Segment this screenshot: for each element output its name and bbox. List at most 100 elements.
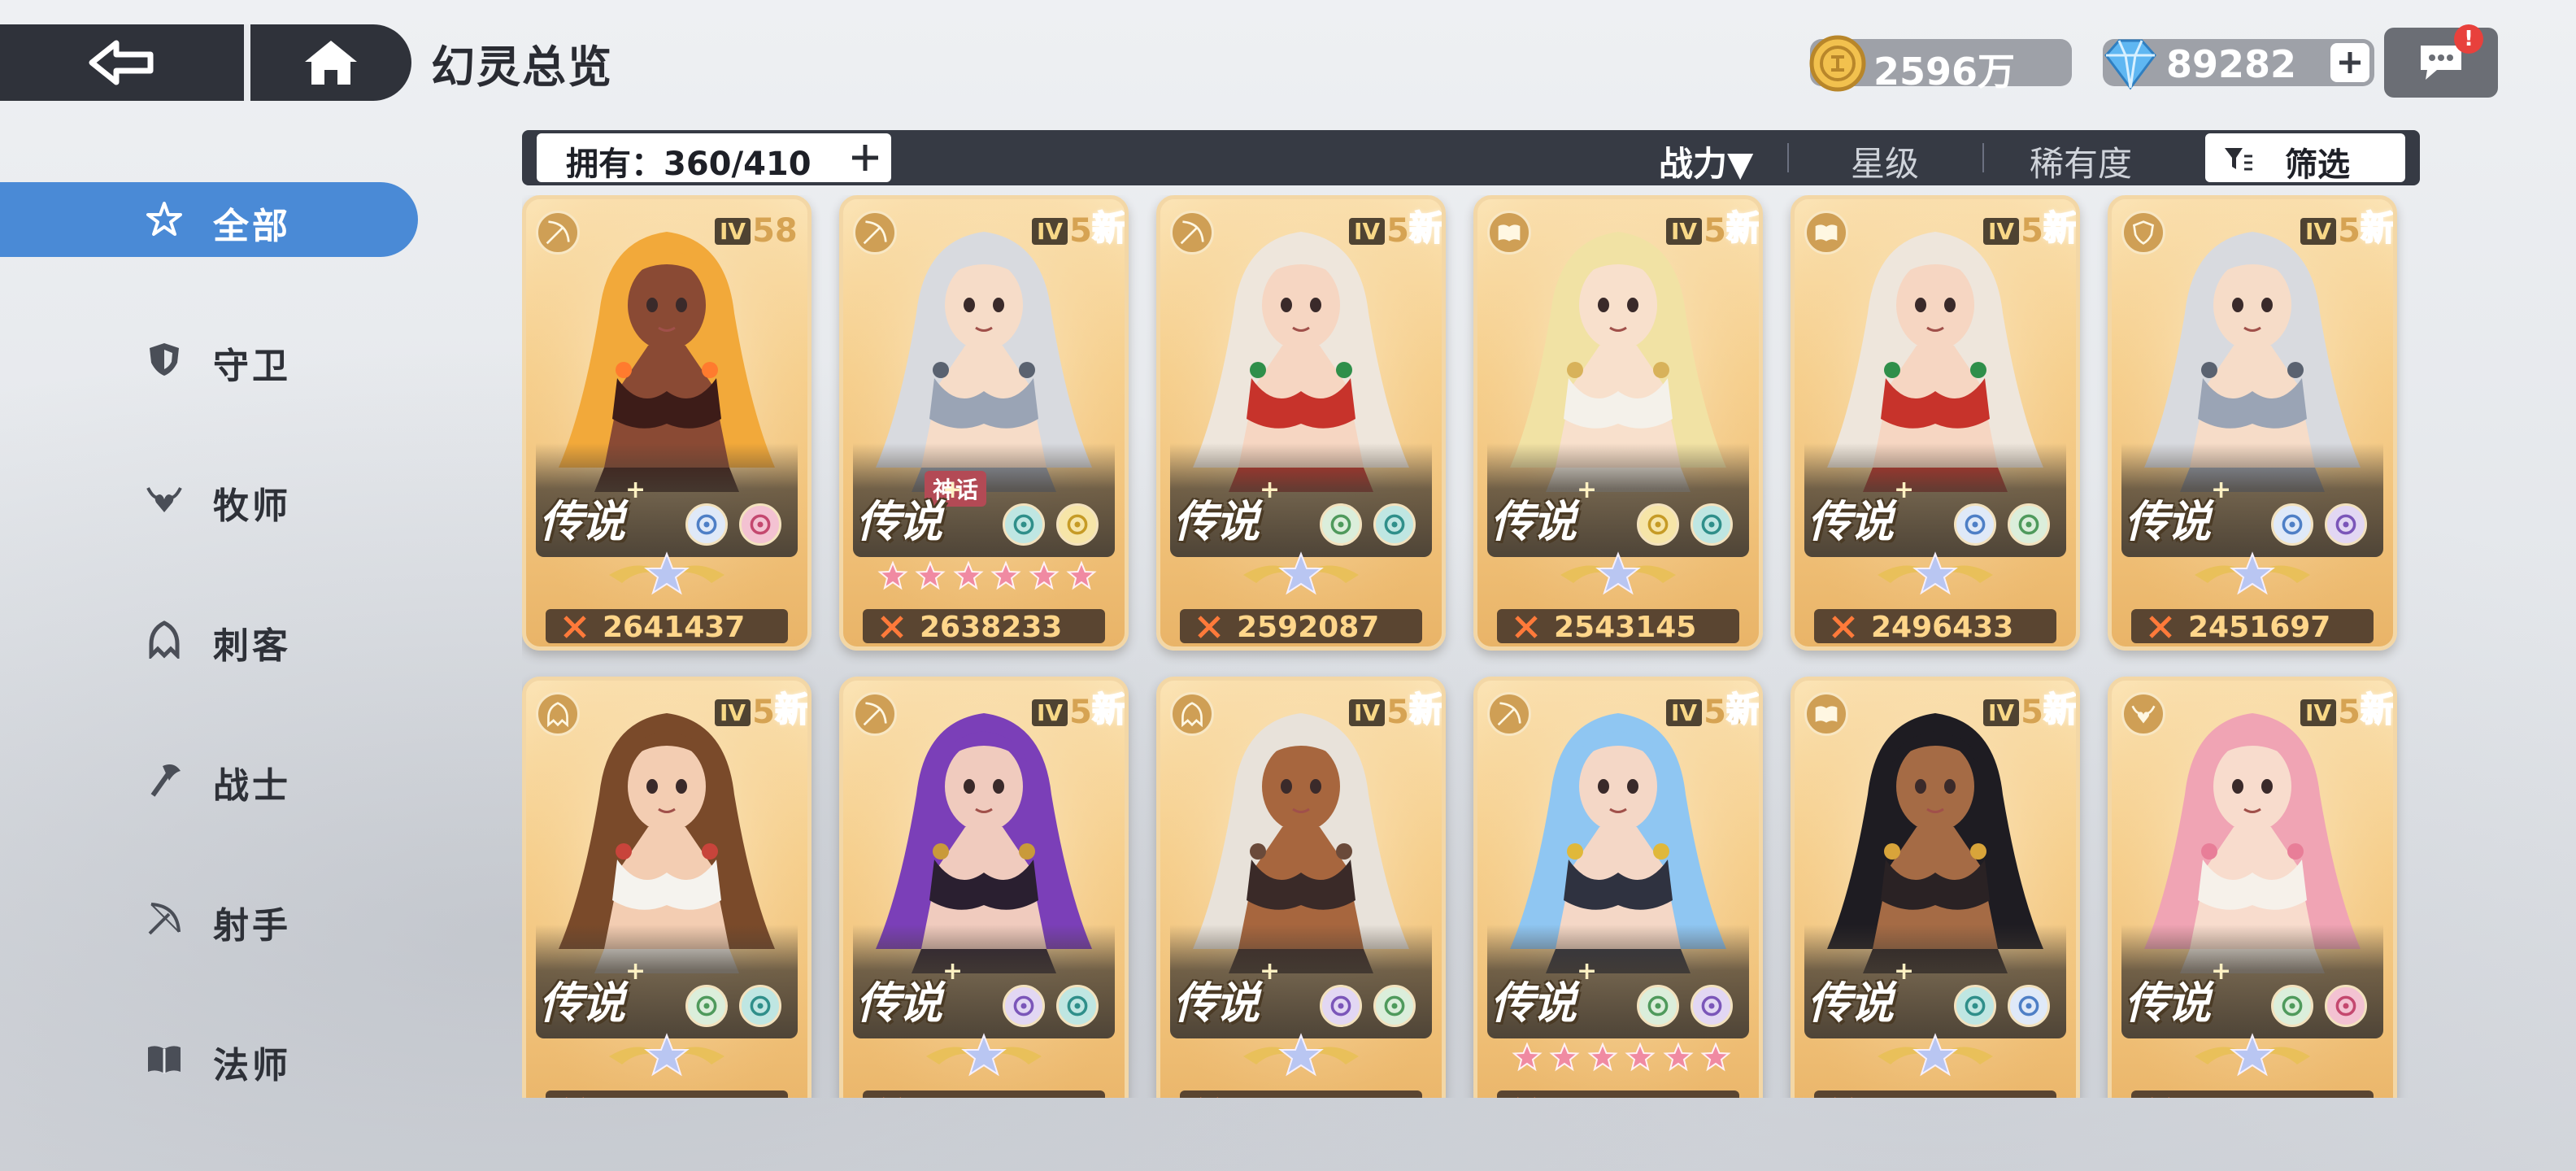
new-tag: 新: [1408, 689, 1443, 730]
tier-roman: IV: [1666, 217, 1703, 245]
crossed-swords-icon: [1200, 1097, 1218, 1098]
rarity-label: 传说: [856, 977, 942, 1029]
leaf-icon: [685, 985, 728, 1027]
sort-by-star[interactable]: 星级: [1851, 137, 1919, 186]
teal-orb-icon: [1954, 985, 1996, 1027]
owned-count-box[interactable]: 拥有：360/410: [537, 133, 891, 183]
teal-orb-icon: [1056, 985, 1099, 1027]
hero-card[interactable]: IV 5 新传说 +: [2108, 677, 2397, 1098]
hero-card[interactable]: IV 5 新传说 +2592087: [1156, 195, 1446, 651]
teal-orb-icon: [1003, 503, 1045, 546]
hero-card[interactable]: IV 5 新传说 +: [522, 677, 812, 1098]
rarity-plus-mark: +: [1894, 957, 1915, 986]
pink-star-icon: [1700, 1042, 1731, 1073]
sidebar-item-assassin[interactable]: 刺客: [0, 602, 418, 677]
sidebar-item-archer[interactable]: 射手: [0, 882, 418, 956]
chat-notification-badge: !: [2454, 24, 2483, 54]
pink-star-icon: [953, 560, 984, 591]
power-bar: 2638233: [863, 609, 1105, 644]
pink-star-icon: [877, 560, 908, 591]
crossed-swords-icon: [883, 1097, 901, 1098]
hero-card[interactable]: IV 58 新传说 +: [1473, 677, 1763, 1098]
filter-button[interactable]: 筛选: [2205, 133, 2405, 184]
shield-icon: [150, 343, 179, 376]
hero-card[interactable]: IV 5 新传说 +: [1156, 677, 1446, 1098]
hero-level: 5: [1704, 212, 1726, 250]
gem-value: 89282: [2166, 42, 2297, 86]
sidebar-item-priest[interactable]: 牧师: [0, 462, 418, 537]
new-tag: 新: [2360, 689, 2395, 730]
hero-card[interactable]: IV 5 新传说 +: [1791, 677, 2080, 1098]
pink-star-icon: [1587, 1042, 1618, 1073]
filter-bar: 拥有：360/410 战力▼ 星级 稀有度 筛选: [522, 130, 2420, 185]
hero-card[interactable]: IV 5 新神话 传说 +2638233: [839, 195, 1129, 651]
power-value: 2592087: [1237, 611, 1380, 644]
hero-level: 5: [1386, 694, 1409, 731]
new-tag: 新: [1408, 207, 1443, 249]
diamond-gem-icon: [2104, 39, 2156, 90]
star-rating: [877, 560, 1097, 593]
violet-gem-icon: [1320, 985, 1362, 1027]
new-tag: 新: [2360, 207, 2395, 249]
sidebar-item-label: 牧师: [213, 485, 291, 527]
rarity-label: 传说: [1173, 977, 1260, 1029]
sidebar-item-label: 法师: [213, 1045, 291, 1086]
sidebar-item-guardian[interactable]: 守卫: [0, 322, 418, 397]
rank-wing-emblem: [1560, 551, 1676, 595]
chat-button[interactable]: !: [2384, 24, 2498, 98]
rarity-label: 传说: [2125, 977, 2211, 1029]
rank-wing-emblem: [609, 551, 724, 595]
sort-by-power[interactable]: 战力▼: [1659, 137, 1753, 186]
tier-level-badge: IV 5: [1349, 694, 1409, 731]
power-bar: [1180, 1090, 1422, 1098]
hero-card[interactable]: IV 5 新传说 +2543145: [1473, 195, 1763, 651]
back-button[interactable]: [0, 24, 244, 101]
crossed-swords-icon: [1515, 616, 1538, 638]
pink-star-icon: [1066, 560, 1097, 591]
tier-level-badge: IV 5: [1032, 212, 1092, 250]
hero-card[interactable]: IV 5 新传说 +: [839, 677, 1129, 1098]
hood-icon: [149, 620, 180, 659]
sidebar-item-label: 战士: [213, 765, 291, 807]
back-arrow-icon: [89, 40, 154, 85]
rank-wing-emblem: [1878, 551, 1993, 595]
power-value: 2543145: [1554, 611, 1697, 644]
plus-icon: [2339, 52, 2361, 73]
pink-star-icon: [1028, 560, 1060, 591]
home-button[interactable]: [250, 24, 411, 101]
hero-card[interactable]: IV 5 新传说 +2496433: [1791, 195, 2080, 651]
sidebar-item-label: 全部: [213, 206, 291, 247]
crossed-swords-icon: [2152, 1097, 2169, 1098]
add-gems-button[interactable]: [2330, 43, 2369, 82]
new-tag: 新: [774, 689, 809, 730]
filter-icon: [2225, 148, 2252, 171]
hero-level: 5: [2338, 212, 2361, 250]
sidebar-item-warrior[interactable]: 战士: [0, 742, 418, 816]
sidebar-item-all[interactable]: 全部: [0, 182, 418, 257]
divider: [1787, 143, 1789, 172]
nav-divider: [244, 24, 250, 101]
rarity-label: 传说: [1490, 496, 1577, 547]
sidebar-item-mage[interactable]: 法师: [0, 1021, 418, 1096]
sort-by-rarity[interactable]: 稀有度: [2030, 137, 2132, 186]
gold-value: 2596万: [1873, 50, 2016, 94]
power-bar: 2451697: [2131, 609, 2374, 644]
tier-level-badge: IV 5: [715, 694, 775, 731]
rarity-label: 传说: [2125, 496, 2211, 547]
star-rating: [1512, 1042, 1731, 1074]
tier-roman: IV: [1032, 699, 1068, 726]
pink-star-icon: [1662, 1042, 1694, 1073]
tier-level-badge: IV 5: [1349, 212, 1409, 250]
leaf-icon: [1637, 985, 1679, 1027]
new-tag: 新: [1725, 689, 1760, 730]
hero-card[interactable]: IV 58 传说 +2641437: [522, 195, 812, 651]
tier-level-badge: IV 5: [1032, 694, 1092, 731]
rarity-label: 传说: [1490, 977, 1577, 1029]
power-bar: [863, 1090, 1105, 1098]
gold-wing-icon: [1637, 503, 1679, 546]
bow-icon: [148, 903, 181, 935]
hero-level: 58: [752, 212, 798, 250]
violet-gem-icon: [1690, 985, 1733, 1027]
hero-card[interactable]: IV 5 新传说 +2451697: [2108, 195, 2397, 651]
tier-roman: IV: [1032, 217, 1068, 245]
